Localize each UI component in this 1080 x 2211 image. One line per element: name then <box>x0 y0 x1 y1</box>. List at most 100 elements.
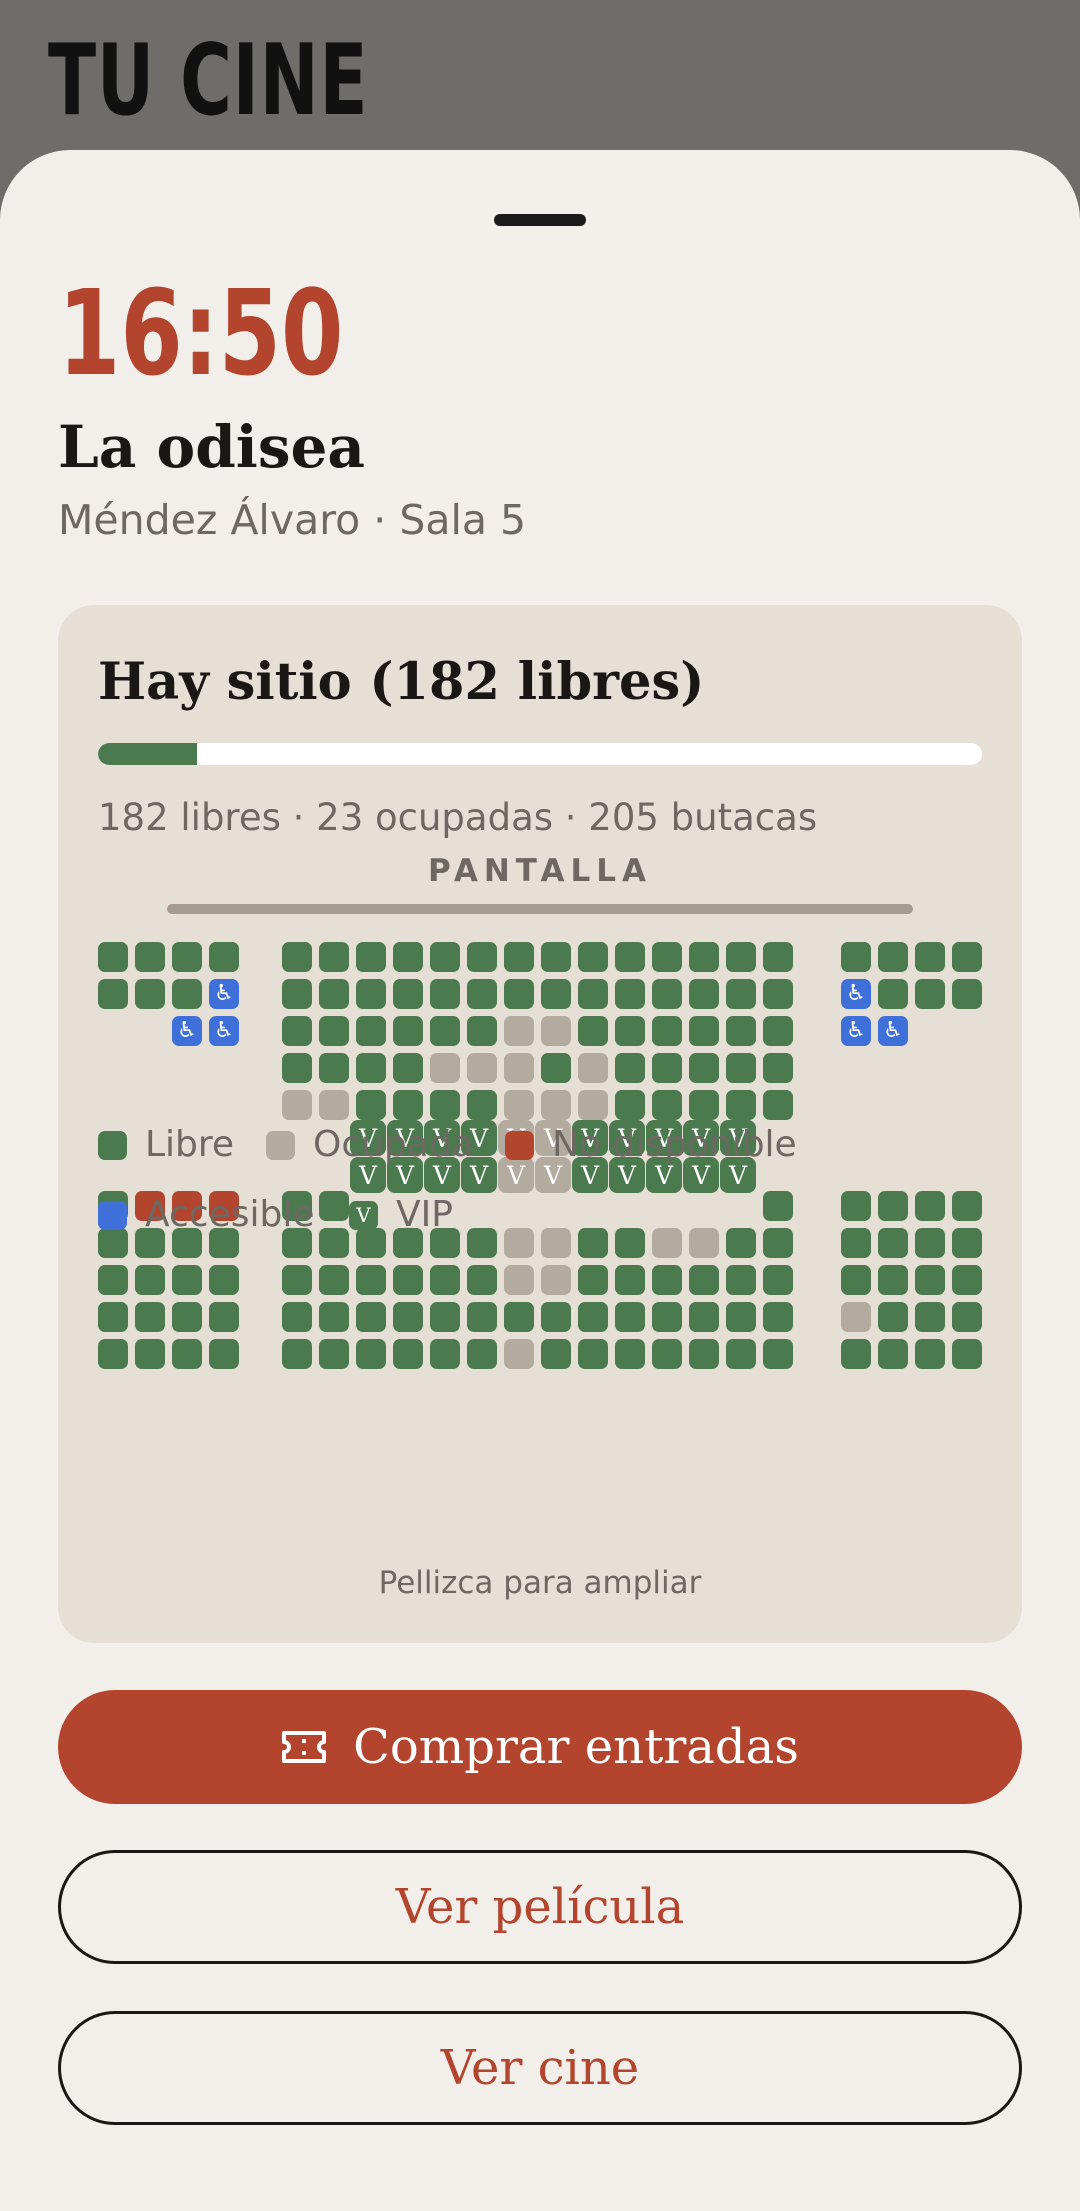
seat[interactable] <box>952 1191 982 1221</box>
seat[interactable] <box>763 1016 793 1046</box>
seat[interactable] <box>319 942 349 972</box>
accessible-seat[interactable]: ♿ <box>209 1016 239 1046</box>
seat[interactable] <box>135 942 165 972</box>
seat[interactable] <box>615 1339 645 1369</box>
seat[interactable] <box>172 1339 202 1369</box>
accessible-seat[interactable]: ♿ <box>841 979 871 1009</box>
seat[interactable] <box>726 1265 756 1295</box>
seat[interactable] <box>356 1265 386 1295</box>
seat[interactable] <box>615 1016 645 1046</box>
seat[interactable] <box>172 942 202 972</box>
seat[interactable] <box>726 1339 756 1369</box>
seat[interactable] <box>319 1339 349 1369</box>
seat[interactable] <box>726 1053 756 1083</box>
seat[interactable] <box>841 1265 871 1295</box>
seat[interactable] <box>98 1302 128 1332</box>
seat[interactable] <box>689 1228 719 1258</box>
seat[interactable] <box>393 942 423 972</box>
accessible-seat[interactable]: ♿ <box>209 979 239 1009</box>
accessible-seat[interactable]: ♿ <box>172 1016 202 1046</box>
seat[interactable] <box>578 1228 608 1258</box>
seat[interactable] <box>356 1090 386 1120</box>
seat[interactable] <box>652 1016 682 1046</box>
seat[interactable] <box>652 1302 682 1332</box>
seat[interactable] <box>689 1090 719 1120</box>
seat[interactable] <box>652 1228 682 1258</box>
seat[interactable] <box>878 1191 908 1221</box>
seat[interactable] <box>763 1339 793 1369</box>
seat[interactable] <box>652 942 682 972</box>
seat[interactable] <box>726 942 756 972</box>
seat[interactable] <box>319 1265 349 1295</box>
seat[interactable] <box>209 1265 239 1295</box>
seat[interactable] <box>578 979 608 1009</box>
seat[interactable] <box>615 1265 645 1295</box>
seat[interactable] <box>541 1016 571 1046</box>
seat[interactable] <box>878 1302 908 1332</box>
seat[interactable] <box>356 1016 386 1046</box>
seat[interactable] <box>915 1228 945 1258</box>
seat[interactable] <box>915 979 945 1009</box>
seat[interactable] <box>615 1302 645 1332</box>
sheet-drag-handle[interactable] <box>494 214 586 226</box>
seat[interactable] <box>467 1339 497 1369</box>
seat[interactable] <box>282 979 312 1009</box>
seat[interactable] <box>541 942 571 972</box>
seat[interactable] <box>430 979 460 1009</box>
seat[interactable] <box>841 1191 871 1221</box>
seat[interactable] <box>726 1228 756 1258</box>
seat[interactable] <box>393 979 423 1009</box>
seat[interactable] <box>878 1228 908 1258</box>
seat[interactable] <box>319 1090 349 1120</box>
seat[interactable] <box>356 1302 386 1332</box>
seat[interactable] <box>689 942 719 972</box>
seat[interactable] <box>319 1228 349 1258</box>
seat[interactable] <box>763 1228 793 1258</box>
seat[interactable] <box>356 979 386 1009</box>
seat[interactable] <box>652 1339 682 1369</box>
seat[interactable] <box>841 1302 871 1332</box>
seat[interactable] <box>541 1339 571 1369</box>
seat[interactable] <box>393 1016 423 1046</box>
seat[interactable] <box>282 1339 312 1369</box>
seat[interactable] <box>504 942 534 972</box>
seat[interactable] <box>467 1016 497 1046</box>
seat[interactable] <box>98 979 128 1009</box>
seat[interactable] <box>98 942 128 972</box>
seat[interactable] <box>504 1302 534 1332</box>
seat[interactable] <box>504 979 534 1009</box>
seat[interactable] <box>467 1265 497 1295</box>
seat[interactable] <box>319 1016 349 1046</box>
seat[interactable] <box>763 1302 793 1332</box>
seat[interactable] <box>135 1265 165 1295</box>
seat[interactable] <box>578 942 608 972</box>
seat[interactable] <box>541 1228 571 1258</box>
seat[interactable] <box>763 1191 793 1221</box>
seat[interactable] <box>135 979 165 1009</box>
seat[interactable] <box>726 1016 756 1046</box>
seat[interactable] <box>615 979 645 1009</box>
seat[interactable] <box>467 1302 497 1332</box>
seat[interactable] <box>763 1053 793 1083</box>
seat[interactable] <box>578 1053 608 1083</box>
seat[interactable] <box>282 1090 312 1120</box>
seat[interactable] <box>430 1090 460 1120</box>
seat[interactable] <box>541 979 571 1009</box>
view-cinema-button[interactable]: Ver cine <box>58 2011 1022 2125</box>
seat[interactable] <box>282 1302 312 1332</box>
seat[interactable] <box>615 1090 645 1120</box>
seat[interactable] <box>689 1339 719 1369</box>
seat[interactable] <box>282 1016 312 1046</box>
seat[interactable] <box>652 1090 682 1120</box>
seat[interactable] <box>878 942 908 972</box>
seat[interactable] <box>504 1090 534 1120</box>
seat[interactable] <box>393 1090 423 1120</box>
seat[interactable] <box>578 1265 608 1295</box>
seat[interactable] <box>172 1265 202 1295</box>
seat[interactable] <box>504 1265 534 1295</box>
seat[interactable] <box>726 1090 756 1120</box>
seat[interactable] <box>952 1302 982 1332</box>
seat[interactable] <box>541 1265 571 1295</box>
seat[interactable] <box>319 979 349 1009</box>
seat[interactable] <box>209 1302 239 1332</box>
